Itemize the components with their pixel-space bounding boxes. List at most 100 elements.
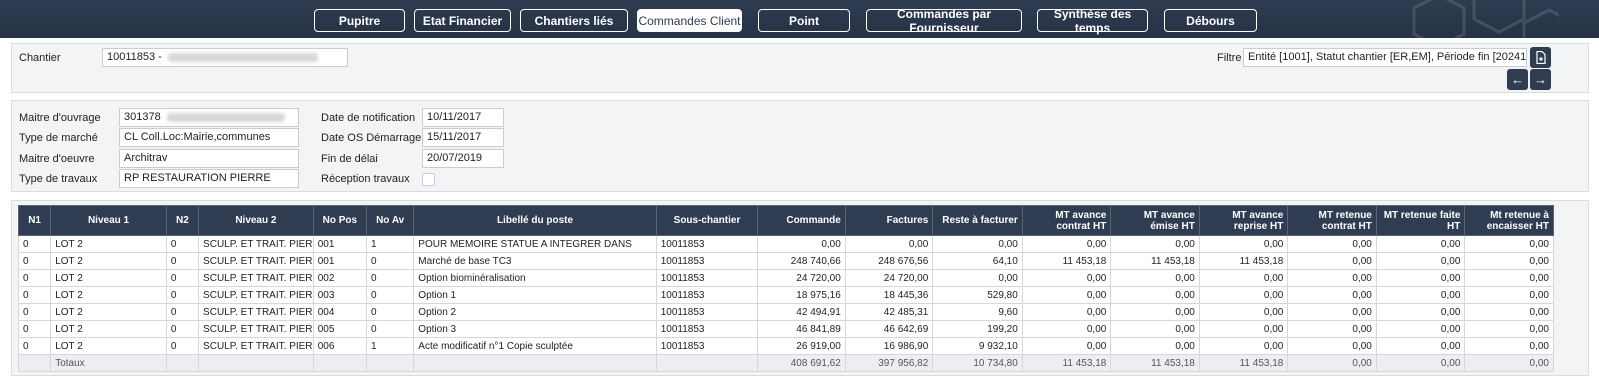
fin-delai-field[interactable]: 20/07/2019: [422, 149, 504, 168]
col-mt-retenue-encaisser[interactable]: Mt retenue à encaisser HT: [1464, 205, 1554, 236]
table-row[interactable]: 0LOT 20SCULP. ET TRAIT. PIERRE0050Option…: [17, 320, 1554, 338]
col-mt-retenue-faite[interactable]: MT retenue faite HT: [1375, 205, 1466, 236]
table-cell: 0,00: [1110, 320, 1200, 338]
col-commande[interactable]: Commande: [757, 205, 846, 236]
table-cell: 18 445,36: [844, 286, 934, 304]
col-factures[interactable]: Factures: [844, 205, 934, 236]
table-row[interactable]: 0LOT 20SCULP. ET TRAIT. PIERRE0030Option…: [17, 286, 1554, 304]
table-cell: 0,00: [1021, 235, 1112, 253]
table-cell: 0,00: [1287, 269, 1377, 287]
col-niveau2[interactable]: Niveau 2: [198, 205, 314, 236]
table-cell: 0,00: [932, 269, 1023, 287]
table-cell: Option 3: [413, 320, 657, 338]
filtre-field[interactable]: Entité [1001], Statut chantier [ER,EM], …: [1243, 48, 1527, 67]
col-libelle[interactable]: Libellé du poste: [413, 205, 657, 236]
table-row[interactable]: 0LOT 20SCULP. ET TRAIT. PIERRE0020Option…: [17, 269, 1554, 287]
reception-travaux-label: Réception travaux: [321, 173, 410, 185]
table-cell: [655, 354, 759, 372]
table-cell: 0,00: [1464, 337, 1554, 355]
table-cell: 0,00: [1198, 303, 1289, 321]
chantier-value: 10011853 -: [107, 51, 162, 63]
table-cell: 10011853: [655, 252, 759, 270]
table-cell: 0,00: [1287, 235, 1377, 253]
table-cell: 0,00: [1464, 303, 1554, 321]
date-notification-field[interactable]: 10/11/2017: [422, 108, 504, 127]
info-panel: Maitre d'ouvrage 301378 Type de marché C…: [11, 100, 1589, 192]
table-row[interactable]: 0LOT 20SCULP. ET TRAIT. PIERRE0040Option…: [17, 303, 1554, 321]
tab-point[interactable]: Point: [758, 9, 850, 32]
table-cell: SCULP. ET TRAIT. PIERRE: [198, 235, 314, 253]
chantier-field[interactable]: 10011853 -: [102, 48, 348, 67]
col-n1[interactable]: N1: [17, 205, 52, 236]
table-cell: 005: [312, 320, 368, 338]
col-reste[interactable]: Reste à facturer: [932, 205, 1023, 236]
arrow-right-icon[interactable]: →: [1530, 69, 1551, 90]
table-cell: Option 1: [413, 286, 657, 304]
tab-debours[interactable]: Débours: [1164, 9, 1257, 32]
document-export-icon[interactable]: [1530, 47, 1551, 68]
table-cell: 0: [165, 269, 200, 287]
table-cell: 0,00: [1198, 235, 1289, 253]
commandes-table-panel: N1 Niveau 1 N2 Niveau 2 No Pos No Av Lib…: [11, 200, 1589, 376]
table-cell: 0,00: [1287, 303, 1377, 321]
table-cell: 0,00: [1375, 320, 1466, 338]
table-row[interactable]: 0LOT 20SCULP. ET TRAIT. PIERRE0061Acte m…: [17, 337, 1554, 355]
tab-pupitre[interactable]: Pupitre: [314, 9, 405, 32]
table-cell: 10011853: [655, 303, 759, 321]
date-notification-label: Date de notification: [321, 112, 416, 124]
table-cell: LOT 2: [50, 252, 167, 270]
col-n2[interactable]: N2: [165, 205, 200, 236]
tab-chantiers-lies[interactable]: Chantiers liés: [520, 9, 628, 32]
tab-commandes-client[interactable]: Commandes Client: [637, 9, 742, 32]
table-row[interactable]: 0LOT 20SCULP. ET TRAIT. PIERRE0011POUR M…: [17, 235, 1554, 253]
table-cell: 9 932,10: [932, 337, 1023, 355]
maitre-ouvrage-field[interactable]: 301378: [119, 108, 299, 127]
table-cell: [165, 354, 200, 372]
table-cell: 0,00: [1287, 337, 1377, 355]
table-cell: SCULP. ET TRAIT. PIERRE: [198, 286, 314, 304]
col-mt-avance-reprise[interactable]: MT avance reprise HT: [1198, 205, 1289, 236]
tab-commandes-par-fournisseur[interactable]: Commandes par Fournisseur: [866, 7, 1022, 35]
table-cell: 0,00: [1464, 286, 1554, 304]
type-travaux-field[interactable]: RP RESTAURATION PIERRE: [119, 169, 299, 188]
table-cell: 0,00: [1110, 303, 1200, 321]
col-mt-avance-emise[interactable]: MT avance émise HT: [1110, 205, 1200, 236]
maitre-ouvrage-value: 301378: [124, 111, 161, 123]
col-mt-retenue-contrat[interactable]: MT retenue contrat HT: [1287, 205, 1377, 236]
table-cell: 0,00: [1287, 252, 1377, 270]
tab-synthese-des-temps[interactable]: Synthèse des temps: [1037, 7, 1148, 35]
table-cell: POUR MEMOIRE STATUE A INTEGRER DANS: [413, 235, 657, 253]
date-os-field[interactable]: 15/11/2017: [422, 128, 504, 147]
col-niveau1[interactable]: Niveau 1: [50, 205, 167, 236]
col-no-av[interactable]: No Av: [366, 205, 415, 236]
table-cell: 0: [17, 320, 52, 338]
col-no-pos[interactable]: No Pos: [312, 205, 368, 236]
redacted-text: [167, 52, 318, 62]
table-cell: Option biominéralisation: [413, 269, 657, 287]
table-cell: 0,00: [1110, 235, 1200, 253]
table-cell: 11 453,18: [1021, 252, 1112, 270]
col-mt-avance-contrat[interactable]: MT avance contrat HT: [1021, 205, 1112, 236]
table-cell: SCULP. ET TRAIT. PIERRE: [198, 320, 314, 338]
chantier-panel: Chantier 10011853 - Filtre Entité [1001]…: [11, 43, 1589, 93]
table-row[interactable]: 0LOT 20SCULP. ET TRAIT. PIERRE0010Marché…: [17, 252, 1554, 270]
table-cell: 11 453,18: [1021, 354, 1112, 372]
table-cell: 0: [17, 286, 52, 304]
table-cell: LOT 2: [50, 337, 167, 355]
redacted-text: [166, 112, 285, 122]
table-cell: 0,00: [1110, 337, 1200, 355]
table-cell: 0,00: [1110, 269, 1200, 287]
col-sous-chantier[interactable]: Sous-chantier: [655, 205, 759, 236]
hexagon-decoration-icon: [1412, 0, 1559, 38]
table-cell: 0: [366, 269, 415, 287]
table-cell: SCULP. ET TRAIT. PIERRE: [198, 252, 314, 270]
arrow-left-icon[interactable]: ←: [1507, 69, 1528, 90]
table-totals-row[interactable]: Totaux 408 691,62 397 956,82 10 734,80 11 45…: [17, 354, 1554, 372]
maitre-oeuvre-field[interactable]: Architrav: [119, 149, 299, 168]
table-cell: 0,00: [1464, 252, 1554, 270]
tab-etat-financier[interactable]: Etat Financier: [414, 9, 511, 32]
type-marche-field[interactable]: CL Coll.Loc:Mairie,communes: [119, 128, 299, 147]
table-cell: [312, 354, 368, 372]
reception-travaux-checkbox[interactable]: [422, 173, 435, 186]
filtre-label: Filtre: [1217, 52, 1242, 64]
